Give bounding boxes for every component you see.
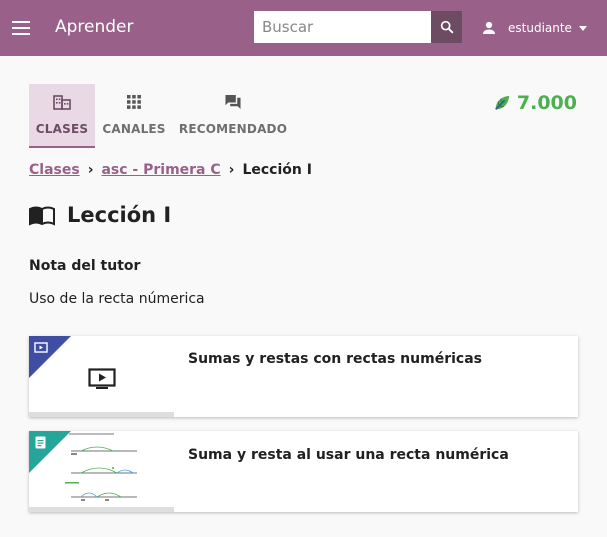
card-title: Suma y resta al usar una recta numérica <box>188 447 509 463</box>
video-icon <box>88 368 116 389</box>
card-title: Sumas y restas con rectas numéricas <box>188 351 482 367</box>
tab-classes-label: CLASES <box>35 122 89 136</box>
card-thumbnail <box>29 336 174 417</box>
content-card-exercise[interactable]: Suma y resta al usar una recta numérica <box>29 431 578 512</box>
content-card-video[interactable]: Sumas y restas con rectas numéricas <box>29 336 578 417</box>
points-value: 7.000 <box>516 92 577 114</box>
menu-icon[interactable] <box>12 17 32 39</box>
app-title: Aprender <box>55 17 134 37</box>
breadcrumb-separator: › <box>87 162 94 178</box>
breadcrumb-class-link[interactable]: asc - Primera C <box>101 162 220 178</box>
breadcrumb-separator: › <box>228 162 235 178</box>
user-name: estudiante <box>508 21 572 35</box>
user-menu[interactable]: estudiante <box>480 16 587 40</box>
exercise-badge-icon <box>35 436 46 449</box>
book-icon <box>29 206 55 226</box>
lesson-header: Lección I <box>29 203 171 227</box>
leaf-icon <box>495 95 510 110</box>
card-thumbnail <box>29 431 174 512</box>
card-progress-bar <box>29 412 174 417</box>
tutor-note-text: Uso de la recta númerica <box>29 291 205 307</box>
chevron-down-icon <box>578 25 587 31</box>
points-display: 7.000 <box>493 92 577 114</box>
breadcrumb: Clases › asc - Primera C › Lección I <box>29 162 312 178</box>
lesson-title: Lección I <box>67 203 172 227</box>
person-icon <box>483 21 495 34</box>
tutor-note-label: Nota del tutor <box>29 258 141 274</box>
search-button[interactable] <box>431 11 462 43</box>
breadcrumb-current: Lección I <box>242 162 312 178</box>
tab-recommended-label: RECOMENDADO <box>178 122 288 136</box>
classroom-icon <box>53 95 71 110</box>
tab-channels-label: CANALES <box>102 122 166 136</box>
grid-icon <box>127 95 141 109</box>
app-bar: Aprender estudiante <box>0 0 607 56</box>
tab-classes[interactable]: CLASES <box>29 84 95 148</box>
tab-recommended[interactable]: RECOMENDADO <box>178 84 288 148</box>
card-progress-bar <box>29 507 174 512</box>
forum-icon <box>225 94 241 110</box>
tab-channels[interactable]: CANALES <box>100 84 168 148</box>
breadcrumb-classes-link[interactable]: Clases <box>29 162 80 178</box>
video-badge-icon <box>34 342 48 353</box>
search-icon <box>440 20 453 34</box>
search-input[interactable] <box>254 11 431 43</box>
